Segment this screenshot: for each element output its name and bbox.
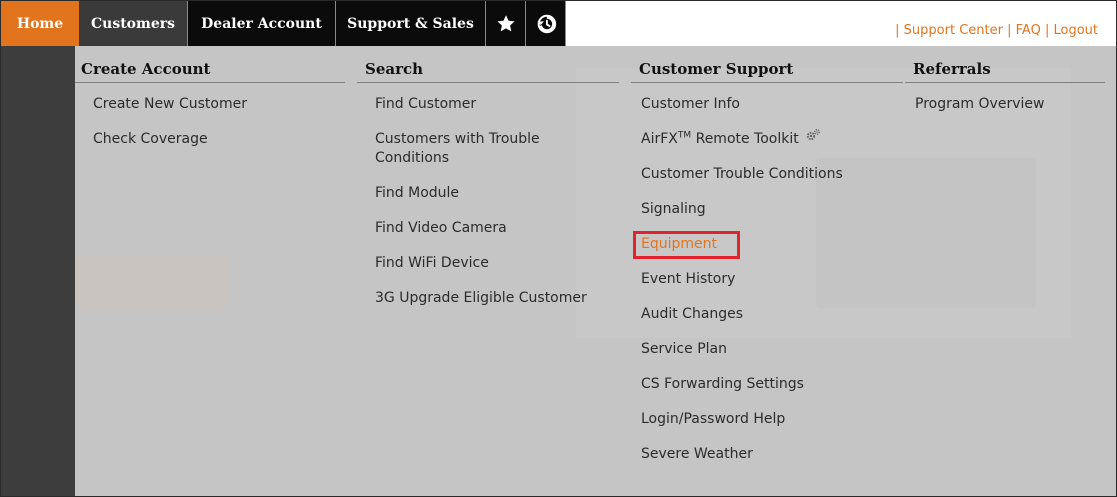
menu-column-customer-support: Customer Support Customer Info AirFXTM R…	[631, 46, 903, 472]
menu-item-create-new-customer[interactable]: Create New Customer	[75, 87, 345, 122]
support-center-link[interactable]: Support Center	[904, 23, 1003, 38]
equipment-highlight-box	[633, 231, 740, 259]
menu-header-search: Search	[357, 46, 619, 83]
menu-item-find-video-camera[interactable]: Find Video Camera	[357, 211, 619, 246]
menu-item-airfx-remote-toolkit[interactable]: AirFXTM Remote Toolkit	[631, 122, 903, 157]
menu-item-check-coverage[interactable]: Check Coverage	[75, 122, 345, 157]
star-icon	[496, 14, 515, 31]
menu-item-equipment[interactable]: Equipment	[631, 227, 903, 262]
gears-icon	[807, 128, 821, 141]
menu-item-service-plan[interactable]: Service Plan	[631, 332, 903, 367]
logout-link[interactable]: Logout	[1053, 23, 1098, 38]
nav-customers-active-tab: Customers	[79, 1, 187, 46]
nav-home-label: Home	[16, 15, 64, 32]
menu-item-cs-forwarding-settings[interactable]: CS Forwarding Settings	[631, 367, 903, 402]
menu-item-program-overview[interactable]: Program Overview	[905, 87, 1105, 122]
menu-item-audit-changes[interactable]: Audit Changes	[631, 297, 903, 332]
menu-item-3g-upgrade-eligible-customer[interactable]: 3G Upgrade Eligible Customer	[357, 281, 619, 316]
nav-dealer-account[interactable]: Dealer Account	[188, 1, 336, 46]
nav-favorites[interactable]	[486, 1, 526, 46]
menu-item-severe-weather[interactable]: Severe Weather	[631, 437, 903, 472]
menu-column-referrals: Referrals Program Overview	[905, 46, 1105, 122]
nav-customers-label: Customers	[91, 15, 175, 32]
main-nav: Home Customers Dealer Account Support & …	[1, 1, 566, 46]
nav-dealer-account-label: Dealer Account	[201, 15, 322, 32]
nav-customers[interactable]: Customers	[79, 1, 188, 46]
menu-header-create-account: Create Account	[75, 46, 345, 83]
menu-item-find-wifi-device[interactable]: Find WiFi Device	[357, 246, 619, 281]
menu-item-login-password-help[interactable]: Login/Password Help	[631, 402, 903, 437]
menu-header-customer-support: Customer Support	[631, 46, 903, 83]
history-icon	[536, 14, 556, 33]
menu-column-create-account: Create Account Create New Customer Check…	[75, 46, 345, 157]
menu-item-customers-with-trouble-conditions[interactable]: Customers with Trouble Conditions	[357, 122, 619, 176]
utility-links: | Support Center | FAQ | Logout	[895, 23, 1098, 38]
menu-item-find-customer[interactable]: Find Customer	[357, 87, 619, 122]
menu-item-customer-info[interactable]: Customer Info	[631, 87, 903, 122]
nav-support-sales[interactable]: Support & Sales	[336, 1, 486, 46]
nav-home[interactable]: Home	[1, 1, 79, 46]
faq-link[interactable]: FAQ	[1016, 23, 1041, 38]
app-frame: Home Customers Dealer Account Support & …	[0, 0, 1117, 497]
top-navigation-bar: Home Customers Dealer Account Support & …	[1, 1, 1116, 46]
menu-item-find-module[interactable]: Find Module	[357, 176, 619, 211]
menu-column-search: Search Find Customer Customers with Trou…	[357, 46, 619, 316]
menu-item-signaling[interactable]: Signaling	[631, 192, 903, 227]
menu-item-customer-trouble-conditions[interactable]: Customer Trouble Conditions	[631, 157, 903, 192]
menu-header-referrals: Referrals	[905, 46, 1105, 83]
menu-item-event-history[interactable]: Event History	[631, 262, 903, 297]
nav-support-sales-label: Support & Sales	[347, 15, 474, 32]
nav-recent[interactable]	[526, 1, 566, 46]
customers-mega-menu: Create Account Create New Customer Check…	[75, 46, 1116, 496]
